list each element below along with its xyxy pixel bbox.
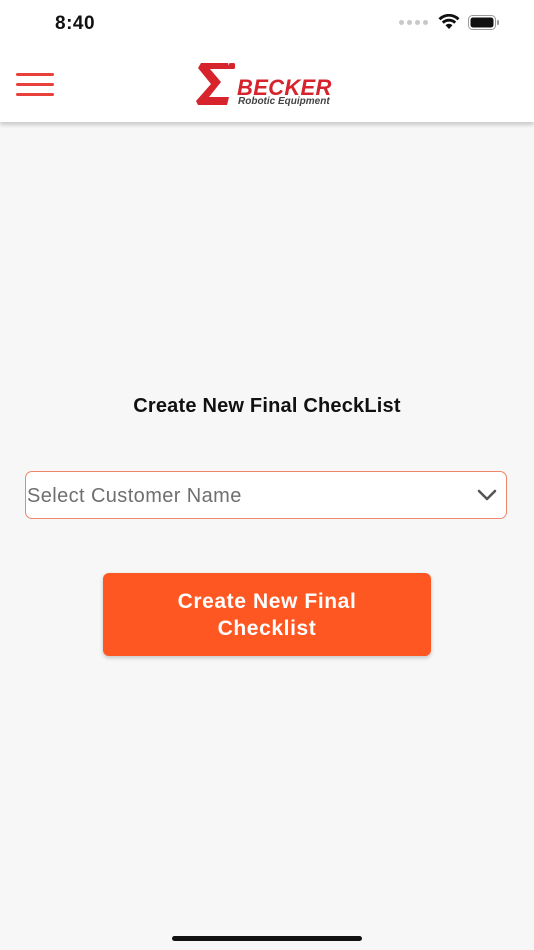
status-bar: 8:40 [0,0,534,48]
hamburger-menu-icon[interactable] [16,73,54,97]
create-final-checklist-label: Create New Final Checklist [177,589,357,640]
status-time: 8:40 [55,13,96,34]
page-title: Create New Final CheckList [133,395,401,417]
wifi-icon [438,14,460,29]
logo-tagline-text: Robotic Equipment [238,96,330,107]
home-indicator[interactable] [172,936,362,941]
customer-select-placeholder: Select Customer Name [27,485,242,507]
app-header: BECKER Robotic Equipment [0,48,534,122]
cellular-signal-icon [399,19,428,25]
create-final-checklist-button[interactable]: Create New Final Checklist [103,573,431,656]
customer-name-select[interactable]: Select Customer Name [25,471,507,519]
chevron-down-icon [477,489,497,501]
status-icons [399,14,500,30]
becker-robot-arm-icon [196,63,235,105]
battery-icon [468,14,499,30]
becker-logo: BECKER Robotic Equipment [195,59,341,111]
